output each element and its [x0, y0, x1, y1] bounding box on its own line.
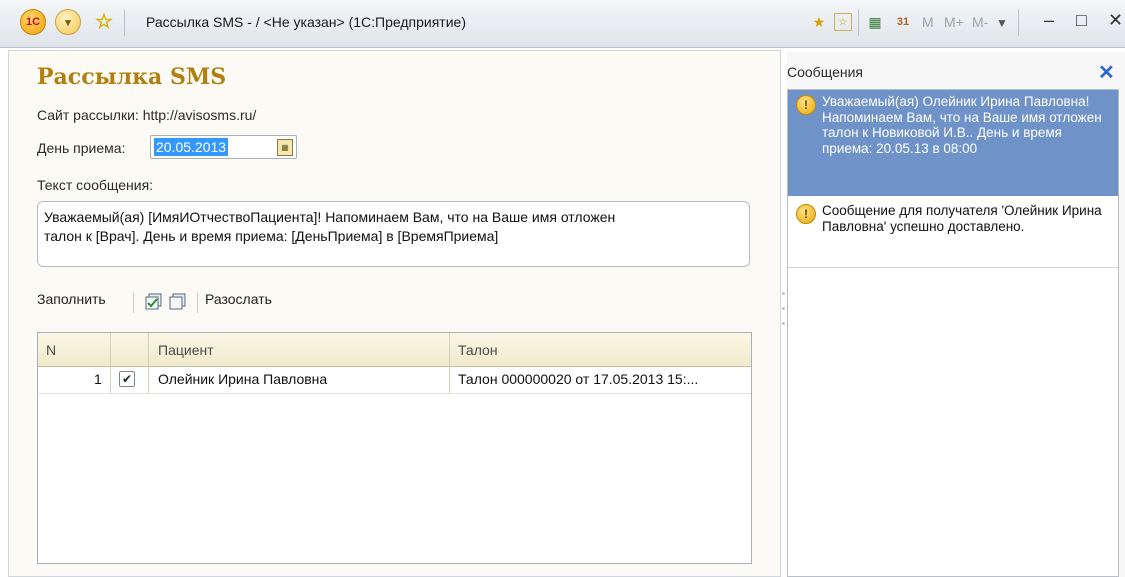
close-messages-icon[interactable]: ✕ — [1098, 60, 1115, 85]
bookmark-icon[interactable]: ☆ — [834, 13, 852, 31]
favorites-star-icon[interactable]: ☆ — [92, 9, 116, 33]
minimize-button[interactable]: – — [1044, 10, 1054, 31]
message-item[interactable]: ! Уважаемый(ая) Олейник Ирина Павловна! … — [788, 90, 1118, 196]
column-header-n[interactable]: N — [46, 342, 56, 358]
maximize-button[interactable]: □ — [1076, 10, 1087, 31]
message-text: Сообщение для получателя 'Олейник Ирина … — [822, 203, 1102, 234]
warning-icon: ! — [796, 204, 816, 224]
check-all-icon[interactable] — [145, 293, 163, 311]
date-label: День приема: — [37, 140, 126, 156]
1c-logo-icon[interactable]: 1С — [20, 9, 46, 35]
memory-plus-button[interactable]: M+ — [944, 14, 964, 30]
divider — [124, 10, 125, 36]
date-field[interactable]: 20.05.2013 ▦ — [150, 135, 297, 159]
messages-panel: Сообщения ✕ ! Уважаемый(ая) Олейник Ирин… — [787, 52, 1125, 577]
row-ticket: Талон 000000020 от 17.05.2013 15:... — [458, 371, 699, 387]
messages-title: Сообщения — [787, 64, 863, 80]
warning-icon: ! — [796, 95, 816, 115]
splitter-grip[interactable] — [782, 322, 785, 325]
column-header-patient[interactable]: Пациент — [158, 342, 214, 358]
date-value[interactable]: 20.05.2013 — [154, 138, 229, 156]
add-favorite-icon[interactable]: ★ — [808, 10, 830, 34]
sms-form: Рассылка SMS Сайт рассылки: http://aviso… — [8, 50, 781, 577]
row-number: 1 — [94, 371, 102, 387]
messages-list: ! Уважаемый(ая) Олейник Ирина Павловна! … — [787, 89, 1119, 577]
row-patient: Олейник Ирина Павловна — [158, 371, 328, 387]
fill-button[interactable]: Заполнить — [37, 291, 106, 307]
row-checkbox[interactable]: ✔ — [119, 371, 135, 387]
divider — [133, 293, 134, 313]
message-text-area[interactable]: Уважаемый(ая) [ИмяИОтчествоПациента]! На… — [37, 201, 750, 267]
message-text: Уважаемый(ая) Олейник Ирина Павловна! На… — [822, 94, 1102, 156]
title-bar: 1С ▾ ☆ Рассылка SMS - / <Не указан> (1С:… — [0, 0, 1125, 48]
calendar-icon[interactable]: 31 — [892, 10, 914, 34]
table-row[interactable]: 1 ✔ Олейник Ирина Павловна Талон 0000000… — [38, 366, 751, 394]
patients-table: N Пациент Талон 1 ✔ Олейник Ирина Павлов… — [37, 332, 752, 564]
divider — [858, 10, 859, 36]
memory-m-button[interactable]: M — [922, 14, 934, 30]
table-header: N Пациент Талон — [38, 333, 751, 367]
splitter-grip[interactable] — [782, 292, 785, 295]
site-label: Сайт рассылки: http://avisosms.ru/ — [37, 107, 257, 123]
dropdown-arrow-icon[interactable]: ▼ — [996, 16, 1008, 30]
calendar-picker-icon[interactable]: ▦ — [277, 139, 293, 156]
memory-minus-button[interactable]: M- — [972, 14, 988, 30]
close-window-button[interactable]: ✕ — [1108, 10, 1123, 31]
message-item[interactable]: ! Сообщение для получателя 'Олейник Ирин… — [788, 199, 1118, 268]
divider — [1018, 10, 1019, 36]
calculator-icon[interactable]: ▦ — [864, 10, 886, 34]
form-heading: Рассылка SMS — [37, 64, 227, 90]
column-header-ticket[interactable]: Талон — [458, 342, 498, 358]
main-menu-icon[interactable]: ▾ — [55, 9, 81, 35]
splitter-grip[interactable] — [782, 307, 785, 310]
divider — [197, 293, 198, 313]
send-button[interactable]: Разослать — [205, 291, 272, 307]
uncheck-all-icon[interactable] — [169, 293, 187, 311]
message-text-label: Текст сообщения: — [37, 177, 154, 193]
window-title: Рассылка SMS - / <Не указан> (1С:Предпри… — [146, 14, 466, 30]
